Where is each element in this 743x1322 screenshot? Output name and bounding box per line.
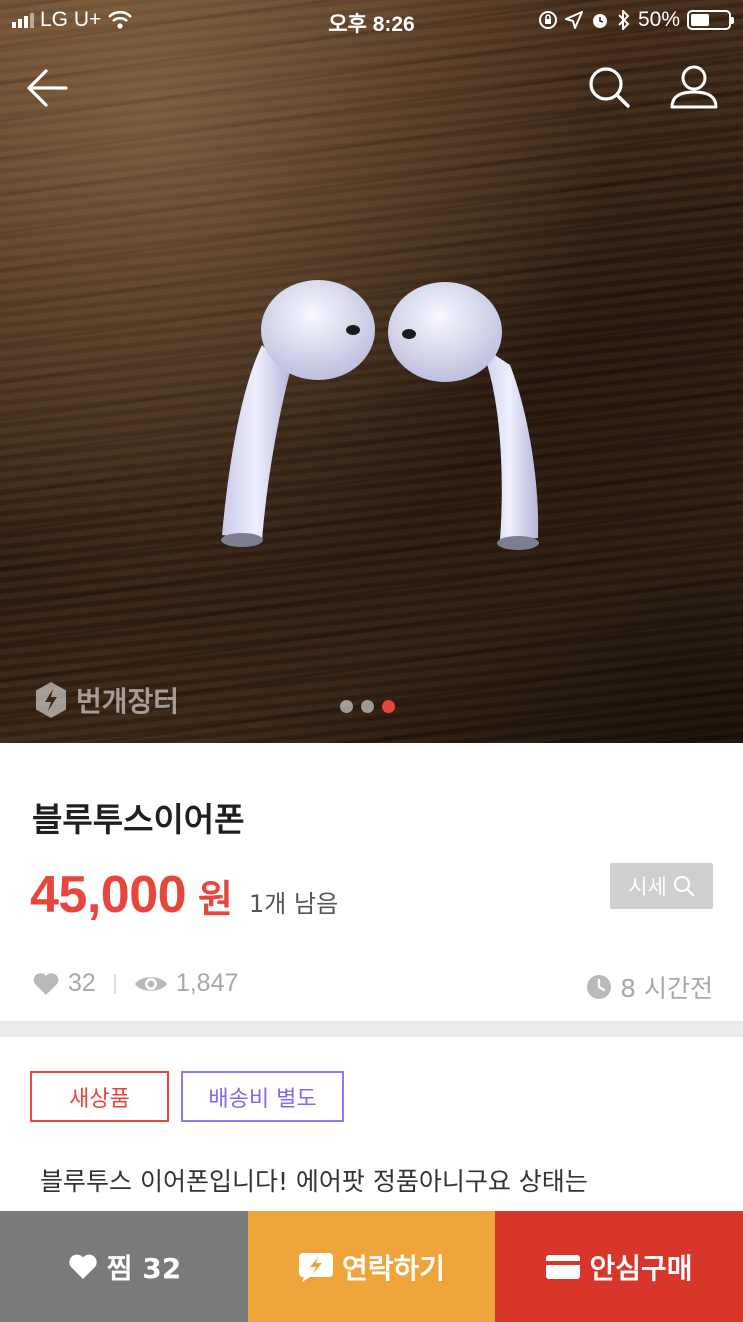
carousel-dot[interactable] xyxy=(361,700,374,713)
product-tags: 새상품 배송비 별도 xyxy=(30,1071,344,1122)
location-icon xyxy=(564,11,583,29)
market-price-label: 시세 xyxy=(628,875,667,899)
eye-icon xyxy=(134,976,167,991)
status-right: 50% xyxy=(538,8,734,32)
posted-time: 8 시간전 xyxy=(586,969,713,1005)
safe-buy-button-label: 안심구매 xyxy=(589,1251,693,1285)
like-button-label: 찜 32 xyxy=(106,1251,182,1285)
contact-button[interactable]: 연락하기 xyxy=(248,1211,495,1322)
battery-icon xyxy=(687,10,734,30)
battery-percent: 50% xyxy=(637,8,680,31)
search-icon xyxy=(673,875,695,897)
bluetooth-icon xyxy=(618,10,630,30)
safe-buy-button[interactable]: 안심구매 xyxy=(495,1211,743,1322)
back-arrow-icon xyxy=(27,69,68,107)
watermark: 번개장터 xyxy=(34,680,179,720)
shipping-tag: 배송비 별도 xyxy=(181,1071,344,1122)
search-button[interactable] xyxy=(582,60,638,116)
posted-time-label: 8 시간전 xyxy=(620,974,713,1003)
price-value: 45,000 xyxy=(30,866,187,924)
product-title: 블루투스이어폰 xyxy=(32,800,245,839)
watermark-text: 번개장터 xyxy=(76,685,180,718)
condition-tag: 새상품 xyxy=(30,1071,169,1122)
carousel-dot[interactable] xyxy=(340,700,353,713)
section-divider xyxy=(0,1021,743,1037)
bolt-hexagon-icon xyxy=(36,682,66,718)
product-info: 블루투스이어폰 45,000 원 1개 남음 시세 32 1,847 8 시간전 xyxy=(0,743,743,1021)
heart-icon xyxy=(69,1254,97,1279)
back-button[interactable] xyxy=(18,60,74,116)
stats-divider xyxy=(113,973,116,994)
price-currency: 원 xyxy=(198,877,234,921)
search-icon xyxy=(589,67,630,108)
carousel-dot-active[interactable] xyxy=(382,700,395,713)
profile-button[interactable] xyxy=(666,60,722,116)
chat-bolt-icon xyxy=(298,1252,333,1282)
heart-icon xyxy=(33,972,59,995)
like-button[interactable]: 찜 32 xyxy=(0,1211,248,1322)
alarm-icon xyxy=(592,14,607,28)
product-stats: 32 1,847 xyxy=(32,969,238,998)
bottom-action-bar: 찜 32 연락하기 안심구매 xyxy=(0,1211,743,1322)
market-price-button[interactable]: 시세 xyxy=(610,863,713,909)
carousel-indicator[interactable] xyxy=(340,700,395,713)
contact-button-label: 연락하기 xyxy=(341,1251,446,1285)
price-row: 45,000 원 1개 남음 xyxy=(30,865,338,925)
card-icon xyxy=(546,1254,581,1279)
view-count: 1,847 xyxy=(175,969,239,997)
product-image-carousel[interactable]: LG U+ 오후 8:26 50% 번개장터 xyxy=(0,0,743,743)
stock-remaining: 1개 남음 xyxy=(249,890,339,918)
clock-icon xyxy=(587,975,612,999)
product-description: 블루투스 이어폰입니다! 에어팟 정품아니구요 상태는 xyxy=(40,1167,588,1196)
rotation-lock-icon xyxy=(538,11,557,29)
like-count: 32 xyxy=(68,969,96,997)
profile-icon xyxy=(670,65,718,109)
status-bar: LG U+ 오후 8:26 50% xyxy=(0,0,743,40)
